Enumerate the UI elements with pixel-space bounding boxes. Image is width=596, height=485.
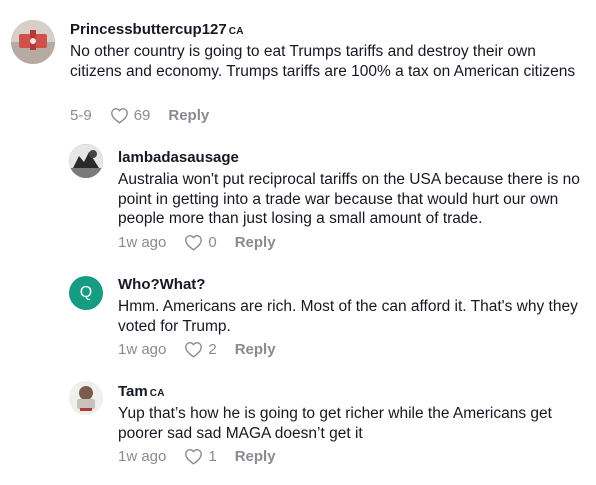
- comment-text: Australia won't put reciprocal tariffs o…: [118, 171, 580, 227]
- comment-date: 1w ago: [118, 341, 167, 358]
- country-flair: CA: [228, 26, 244, 37]
- country-flair: CA: [149, 388, 165, 399]
- like-count: 0: [208, 234, 217, 251]
- reply-comment: Tam CA Yup that’s how he is going to get …: [0, 375, 596, 480]
- like-button[interactable]: 1: [184, 448, 217, 465]
- username[interactable]: Tam CA: [118, 383, 165, 403]
- username-text: lambadasausage: [118, 149, 239, 166]
- comment-text: Hmm. Americans are rich. Most of the can…: [118, 298, 578, 335]
- comment-list: Princessbuttercup127 CA No other country …: [0, 0, 596, 485]
- like-count: 2: [208, 341, 217, 358]
- comment-text: Yup that’s how he is going to get richer…: [118, 405, 552, 442]
- username-text: Princessbuttercup127: [70, 21, 227, 38]
- reply-button[interactable]: Reply: [235, 341, 276, 358]
- heart-icon: [185, 342, 203, 358]
- username[interactable]: Princessbuttercup127 CA: [70, 21, 244, 41]
- reply-comment: lambadasausage Australia won't put recip…: [0, 140, 596, 255]
- like-button[interactable]: 2: [184, 341, 217, 358]
- avatar[interactable]: [69, 144, 103, 178]
- like-count: 1: [208, 448, 217, 465]
- reply-comment: Q Who?What? Hmm. Americans are rich. Mos…: [0, 268, 596, 363]
- reply-button[interactable]: Reply: [235, 234, 276, 251]
- like-button[interactable]: 69: [110, 107, 151, 124]
- heart-icon: [185, 449, 203, 465]
- comment-date: 1w ago: [118, 448, 167, 465]
- avatar[interactable]: Q: [69, 276, 103, 310]
- comment-meta: 1w ago 2 Reply: [118, 341, 276, 358]
- heart-icon: [185, 235, 203, 251]
- username[interactable]: Who?What?: [118, 276, 205, 294]
- comment-text: No other country is going to eat Trumps …: [70, 43, 576, 80]
- comment-meta: 1w ago 1 Reply: [118, 448, 276, 465]
- comment-date: 1w ago: [118, 234, 167, 251]
- like-button[interactable]: 0: [184, 234, 217, 251]
- avatar-image-icon: [11, 20, 55, 64]
- comment-date: 5-9: [70, 107, 92, 124]
- username[interactable]: lambadasausage: [118, 149, 239, 167]
- username-text: Who?What?: [118, 276, 206, 293]
- like-count: 69: [133, 107, 151, 124]
- avatar-letter: Q: [79, 284, 93, 301]
- comment-meta: 5-9 69 Reply: [70, 107, 209, 124]
- reply-button[interactable]: Reply: [235, 448, 276, 465]
- avatar-image-icon: [69, 381, 103, 415]
- username-text: Tam: [118, 383, 148, 400]
- comment: Princessbuttercup127 CA No other country …: [0, 0, 596, 130]
- reply-button[interactable]: Reply: [168, 107, 209, 124]
- avatar[interactable]: [11, 20, 55, 64]
- comment-meta: 1w ago 0 Reply: [118, 234, 276, 251]
- heart-icon: [110, 108, 128, 124]
- avatar-image-icon: [69, 144, 103, 178]
- avatar[interactable]: [69, 381, 103, 415]
